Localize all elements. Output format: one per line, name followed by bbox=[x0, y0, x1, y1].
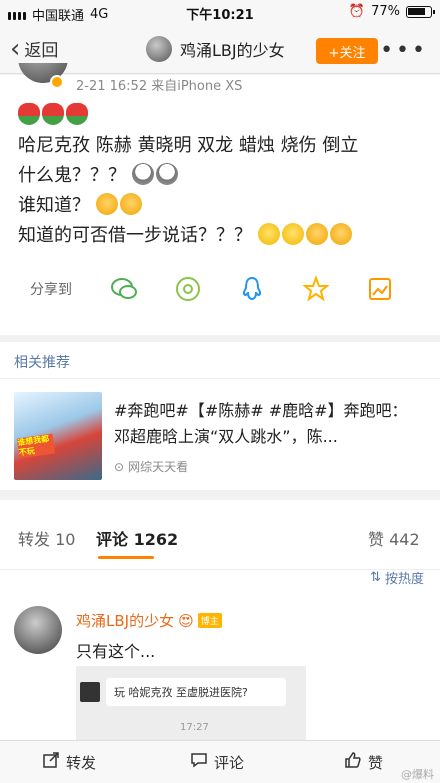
watermelon-icon bbox=[66, 103, 88, 125]
related-link[interactable]: #奔跑吧#【#陈赫# #鹿晗#】奔跑吧：邓超鹿晗上演“双人跳水”，陈... bbox=[114, 398, 414, 450]
follow-button[interactable]: +关注 bbox=[316, 38, 378, 64]
doge-icon bbox=[329, 223, 352, 245]
back-button[interactable]: ‹ 返回 bbox=[10, 33, 59, 64]
verified-badge-icon bbox=[50, 75, 64, 89]
comment-image[interactable]: 玩 哈妮克孜 至虚脱进医院? 17:27 bbox=[76, 666, 306, 740]
source-label: 网综天天看 bbox=[128, 460, 189, 474]
skull-icon bbox=[155, 163, 178, 185]
status-right: ⏰ 77% bbox=[348, 4, 435, 19]
author-badge: 博主 bbox=[197, 613, 222, 628]
alarm-icon: ⏰ bbox=[348, 4, 366, 19]
comment-text: 只有这个... bbox=[76, 642, 156, 661]
share-label: 分享到 bbox=[30, 282, 72, 298]
doge-icon bbox=[119, 193, 142, 215]
doge-icon bbox=[305, 223, 328, 245]
related-section: 相关推荐 谁想我都不玩 #奔跑吧#【#陈赫# #鹿晗#】奔跑吧：邓超鹿晗上演“双… bbox=[0, 342, 440, 490]
sort-button[interactable]: ⇅ 按热度 bbox=[370, 568, 424, 587]
thumbnail-tag: 谁想我都不玩 bbox=[16, 433, 56, 459]
emoji-line bbox=[18, 101, 428, 131]
comment-label: 评论 bbox=[214, 753, 245, 772]
tab-repost[interactable]: 转发 10 bbox=[18, 526, 75, 550]
nav-title[interactable]: 鸡涌LBJ的少女 bbox=[146, 36, 285, 62]
thinking-face-icon bbox=[257, 223, 280, 245]
share-row: 分享到 bbox=[0, 269, 440, 309]
post-body: 哈尼克孜 陈赫 黄晓明 双龙 蜡烛 烧伤 倒立 什么鬼？？？ 谁知道？ 知道的可… bbox=[18, 101, 428, 251]
post-line: 什么鬼？？？ bbox=[18, 165, 126, 186]
post-meta: 2-21 16:52 来自iPhone XS bbox=[76, 79, 243, 94]
post-line-row: 什么鬼？？？ bbox=[18, 161, 428, 191]
moments-icon[interactable] bbox=[174, 275, 202, 303]
skull-icon bbox=[131, 163, 154, 185]
wechat-icon[interactable] bbox=[110, 275, 138, 303]
comment-author[interactable]: 鸡涌LBJ的少女 😍 博主 bbox=[76, 610, 222, 631]
video-icon: ⊙ bbox=[114, 459, 125, 474]
battery-icon bbox=[406, 5, 435, 18]
divider bbox=[0, 378, 440, 379]
active-tab-indicator bbox=[98, 556, 154, 559]
watermelon-icon bbox=[42, 103, 64, 125]
page-title: 鸡涌LBJ的少女 bbox=[180, 41, 285, 60]
status-bar: 中国联通 4G 下午10:21 ⏰ 77% bbox=[0, 0, 440, 26]
tab-comments[interactable]: 评论 1262 bbox=[96, 526, 178, 550]
vip-crown-icon: 😍 bbox=[178, 611, 194, 630]
related-title: 相关推荐 bbox=[14, 355, 70, 371]
comment-button[interactable]: 评论 bbox=[190, 751, 244, 773]
bottom-action-bar: 转发 评论 赞 bbox=[0, 740, 440, 783]
blurred-avatar bbox=[80, 682, 100, 702]
avatar[interactable] bbox=[14, 606, 62, 654]
related-thumbnail[interactable]: 谁想我都不玩 bbox=[14, 392, 102, 480]
avatar bbox=[146, 36, 172, 62]
doge-icon bbox=[95, 193, 118, 215]
more-options-icon[interactable]: ••• bbox=[380, 38, 428, 63]
post-line: 谁知道？ bbox=[18, 195, 90, 216]
battery-percent: 77% bbox=[371, 4, 400, 19]
interaction-tabs: 转发 10 评论 1262 赞 442 bbox=[0, 500, 440, 570]
comment-author-name: 鸡涌LBJ的少女 bbox=[76, 612, 175, 630]
qq-icon[interactable] bbox=[238, 275, 266, 303]
post-card: 2-21 16:52 来自iPhone XS 哈尼克孜 陈赫 黄晓明 双龙 蜡烛… bbox=[0, 63, 440, 335]
star-icon[interactable] bbox=[302, 275, 330, 303]
chevron-left-icon: ‹ bbox=[10, 33, 21, 64]
post-line: 知道的可否借一步说话？？？ bbox=[18, 225, 252, 246]
like-button[interactable]: 赞 bbox=[344, 751, 383, 773]
image-timestamp: 17:27 bbox=[180, 722, 209, 733]
like-label: 赞 bbox=[368, 753, 384, 772]
comment-icon bbox=[190, 751, 208, 773]
post-line-row: 知道的可否借一步说话？？？ bbox=[18, 221, 428, 251]
chat-bubble: 玩 哈妮克孜 至虚脱进医院? bbox=[106, 678, 286, 706]
watermelon-icon bbox=[18, 103, 40, 125]
image-share-icon[interactable] bbox=[366, 275, 394, 303]
related-source: ⊙ 网综天天看 bbox=[114, 458, 188, 475]
sort-label: 按热度 bbox=[384, 572, 424, 587]
thumbs-up-icon bbox=[344, 751, 362, 773]
sort-icon: ⇅ bbox=[370, 570, 381, 585]
post-line-row: 谁知道？ bbox=[18, 191, 428, 221]
repost-button[interactable]: 转发 bbox=[42, 751, 96, 773]
back-label: 返回 bbox=[24, 41, 59, 61]
post-line: 哈尼克孜 陈赫 黄晓明 双龙 蜡烛 烧伤 倒立 bbox=[18, 135, 359, 156]
thinking-face-icon bbox=[281, 223, 304, 245]
repost-label: 转发 bbox=[66, 753, 97, 772]
repost-icon bbox=[42, 751, 60, 773]
tab-likes[interactable]: 赞 442 bbox=[368, 526, 420, 550]
comment-list: 鸡涌LBJ的少女 😍 博主 只有这个... 玩 哈妮克孜 至虚脱进医院? 17:… bbox=[0, 570, 440, 740]
watermark: @爆料 bbox=[401, 768, 434, 781]
